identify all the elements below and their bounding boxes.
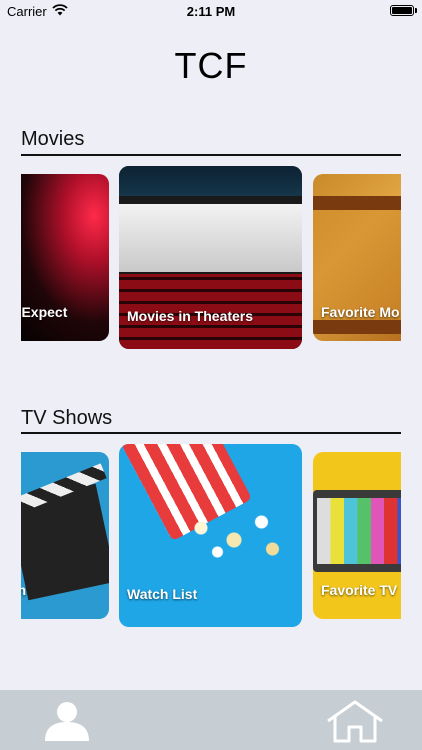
card-tv-clapboard[interactable]: on [21,452,109,619]
card-label: Favorite Mo [321,304,400,320]
battery-icon [390,5,414,16]
battery-tip [415,8,417,13]
card-watch-list[interactable]: Watch List [119,444,302,627]
card-favorite-tv[interactable]: Favorite TV [313,452,401,619]
section-title-movies: Movies [21,128,85,150]
section-divider [21,432,401,434]
card-label: Watch List [127,586,198,602]
home-icon[interactable] [325,699,385,743]
clock: 2:11 PM [186,4,236,19]
section-divider [21,154,401,156]
card-movie-expect[interactable]: u Expect [21,174,109,341]
tab-bar [0,690,422,750]
page-title: TCF [174,45,248,86]
theater-ceiling-image [119,166,302,196]
card-movies-in-theaters[interactable]: Movies in Theaters [119,166,302,349]
card-label: Movies in Theaters [127,308,254,324]
theater-screen-image [119,204,302,272]
tv-shows-carousel[interactable]: on Watch List Favorite TV [21,444,401,629]
card-label: Favorite TV [321,582,398,598]
card-favorite-movies[interactable]: Favorite Mo [313,174,401,341]
card-label: u Expect [21,304,68,320]
card-label: on [21,582,27,598]
user-icon[interactable] [42,701,92,741]
section-title-tv-shows: TV Shows [21,407,113,429]
movies-carousel[interactable]: u Expect Movies in Theaters Favorite Mo [21,166,401,351]
color-bars-image [317,498,401,564]
popcorn-image [179,504,289,564]
status-bar: Carrier 2:11 PM [0,0,422,22]
